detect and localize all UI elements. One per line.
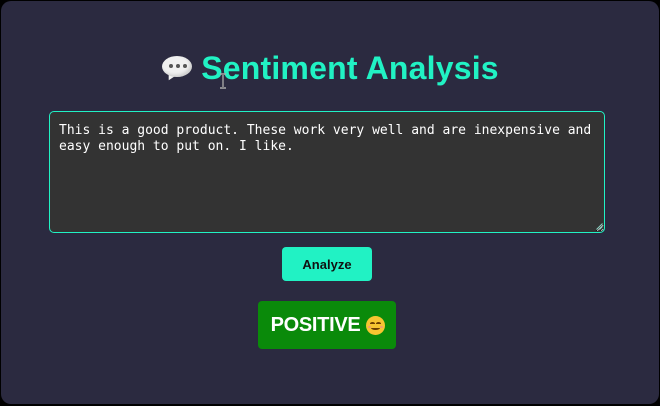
app-window: Sentiment Analysis Analyze POSITIVE xyxy=(1,1,659,404)
page-title: Sentiment Analysis xyxy=(201,50,499,86)
sentiment-result-label: POSITIVE xyxy=(270,313,361,336)
header: Sentiment Analysis xyxy=(1,48,659,88)
review-text-input[interactable] xyxy=(49,111,605,233)
speech-bubble-icon xyxy=(161,53,193,83)
analyze-button[interactable]: Analyze xyxy=(282,247,372,281)
text-cursor-icon xyxy=(220,73,226,89)
sentiment-result-badge: POSITIVE xyxy=(258,301,396,349)
smiley-icon xyxy=(366,315,386,335)
